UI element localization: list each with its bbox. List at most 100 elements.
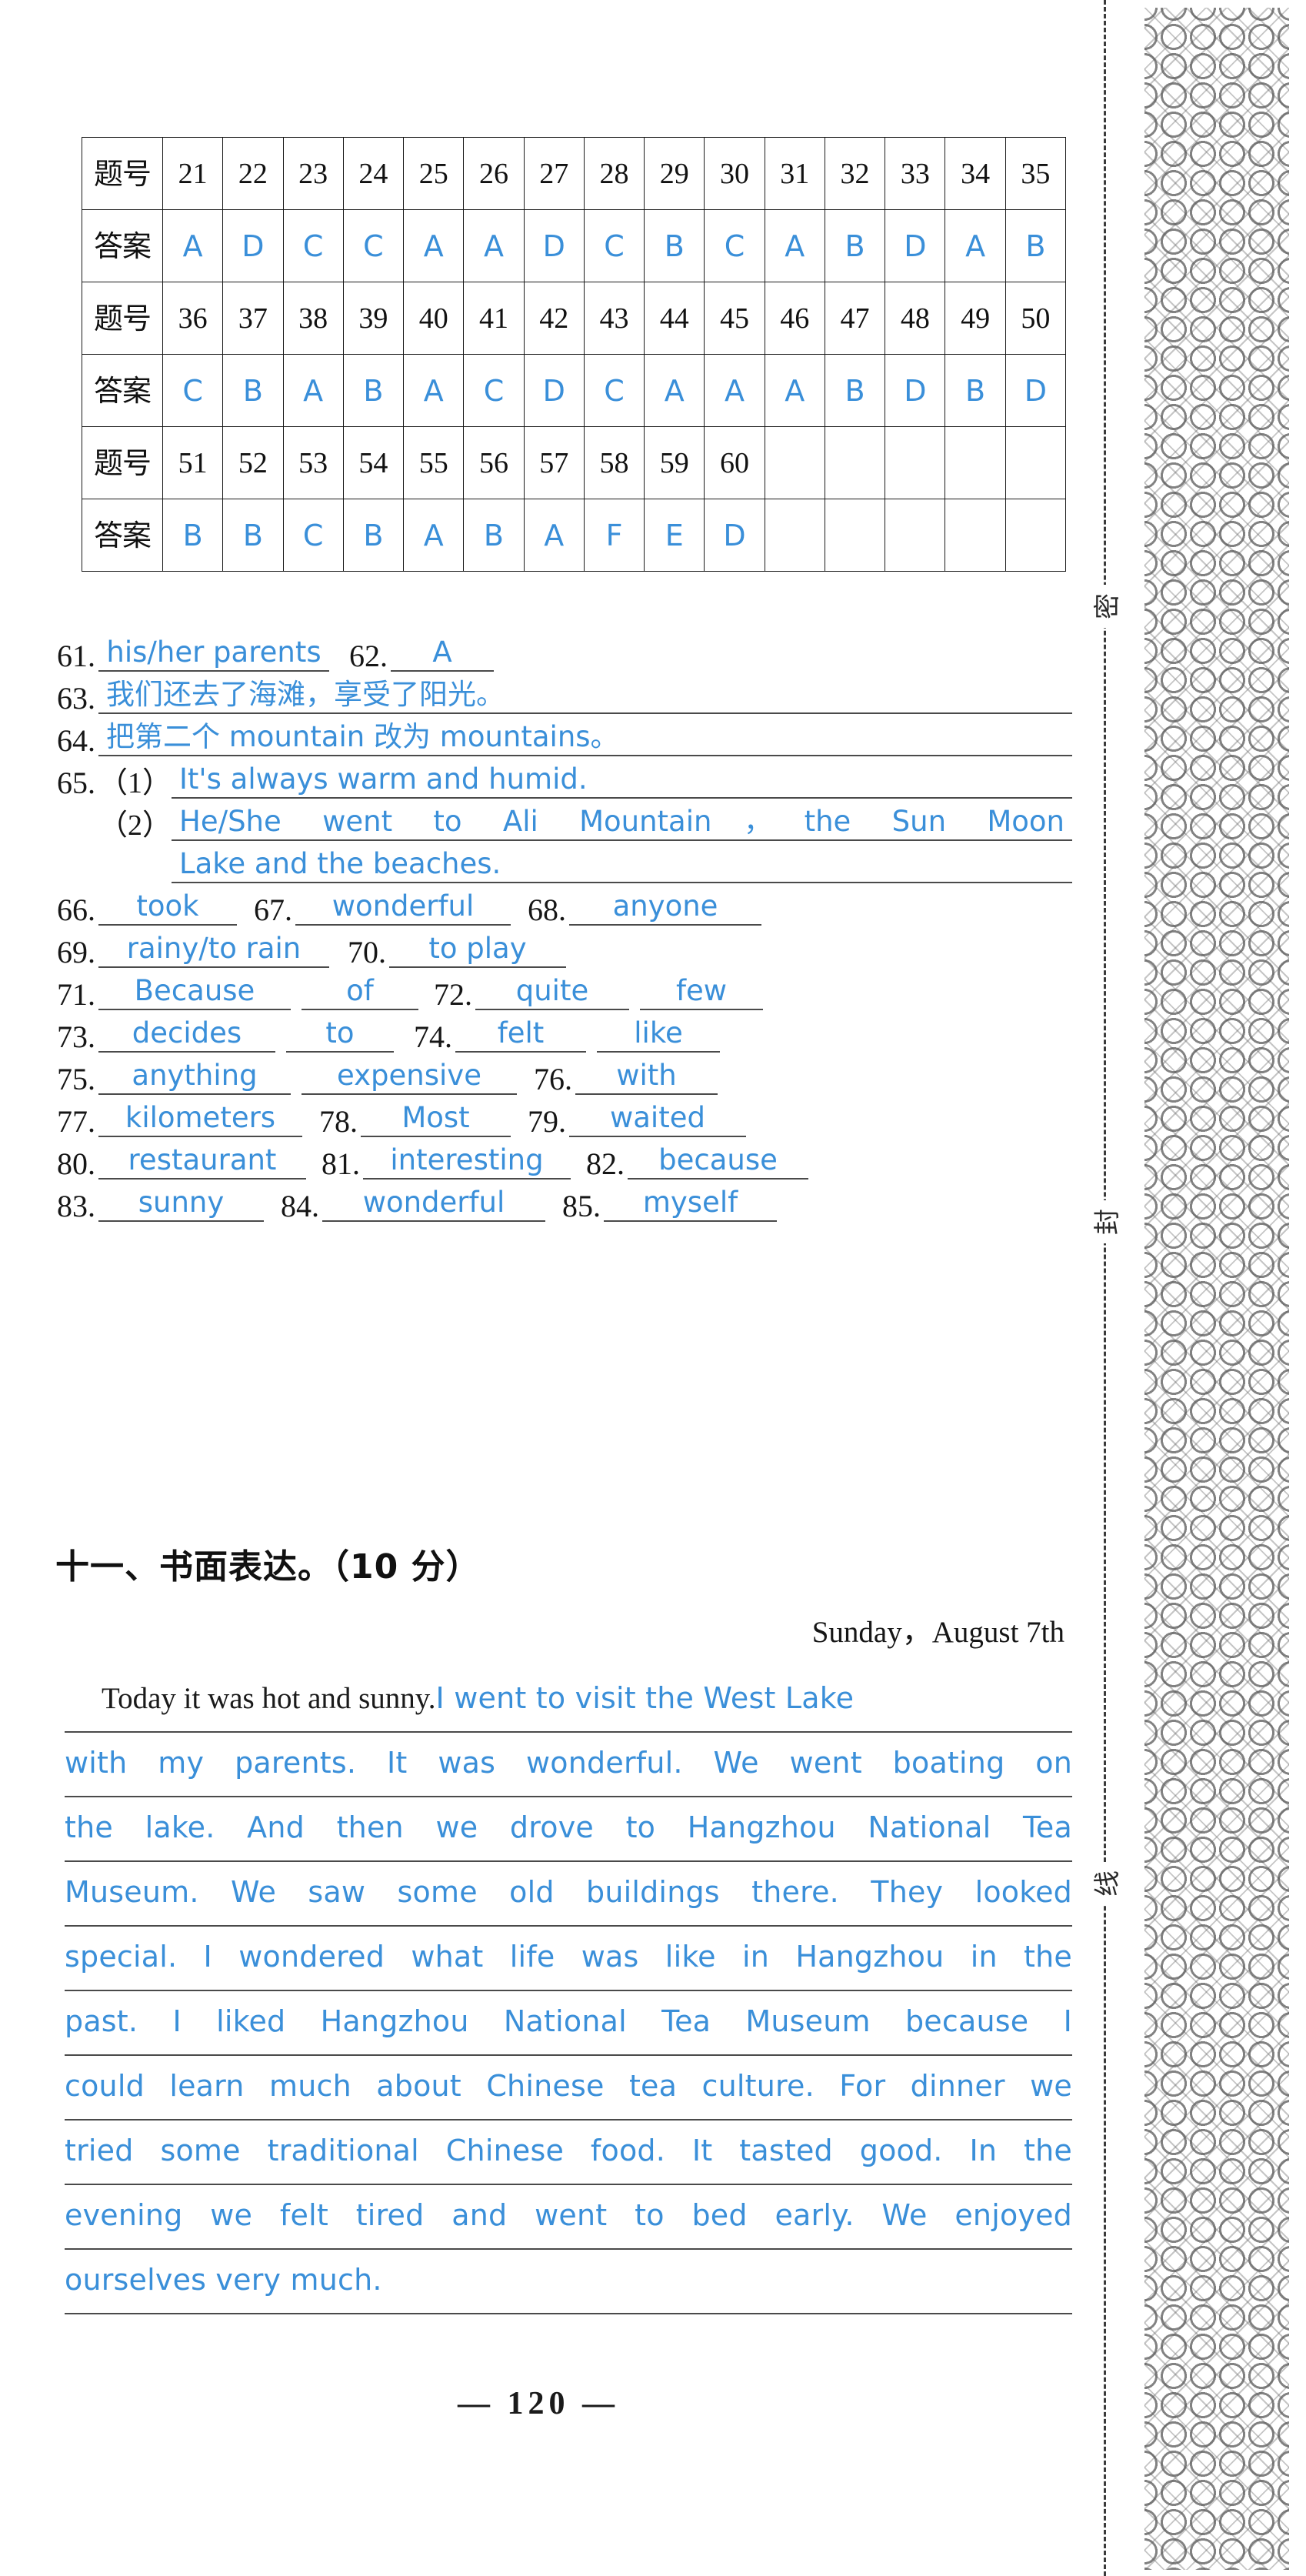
answer-blank-65-2-line2[interactable]: Lake and the beaches. [172, 846, 1072, 883]
answer-cell[interactable]: B [162, 499, 224, 572]
answer-blank-85[interactable]: myself [604, 1185, 777, 1222]
composition-line[interactable]: past. I liked Hangzhou National Tea Muse… [65, 1991, 1072, 2056]
answer-cell[interactable]: B [222, 354, 284, 427]
composition-line[interactable]: could learn much about Chinese tea cultu… [65, 2056, 1072, 2121]
answer-blank-77[interactable]: kilometers [98, 1100, 302, 1137]
answer-cell[interactable]: C [342, 209, 405, 282]
answer-cell[interactable]: D [523, 209, 585, 282]
composition-line[interactable]: with my parents. It was wonderful. We we… [65, 1733, 1072, 1797]
answer-cell[interactable]: A [764, 354, 825, 427]
answer-cell[interactable]: A [162, 209, 224, 282]
answer-cell[interactable]: D [704, 499, 765, 572]
answer-cell[interactable]: C [704, 209, 765, 282]
answer-cell[interactable]: C [583, 209, 645, 282]
answer-blank-74-a[interactable]: felt [455, 1016, 586, 1053]
answer-cell-empty[interactable] [885, 499, 946, 572]
composition-handwriting[interactable]: with my parents. It was wonderful. We we… [65, 1733, 1072, 1793]
answer-blank-61[interactable]: his/her parents [98, 635, 329, 672]
answer-blank-75-b[interactable]: expensive [302, 1058, 517, 1095]
composition-line[interactable]: Today it was hot and sunny.I went to vis… [65, 1668, 1072, 1733]
answer-cell[interactable]: B [1004, 209, 1067, 282]
answer-cell[interactable]: D [523, 354, 585, 427]
answer-cell[interactable]: A [463, 209, 525, 282]
composition-handwriting[interactable]: I went to visit the West Lake [436, 1668, 855, 1728]
answer-cell-empty[interactable] [764, 499, 825, 572]
composition-line[interactable]: the lake. And then we drove to Hangzhou … [65, 1797, 1072, 1862]
answer-blank-63[interactable]: 我们还去了海滩，享受了阳光。 [98, 677, 1072, 714]
answer-cell[interactable]: D [885, 354, 946, 427]
answer-blank-72-b[interactable]: few [640, 973, 763, 1010]
composition-handwriting[interactable]: the lake. And then we drove to Hangzhou … [65, 1797, 1072, 1857]
answer-cell[interactable]: D [222, 209, 284, 282]
composition-handwriting[interactable]: special. I wondered what life was like i… [65, 1927, 1072, 1987]
answer-blank-80[interactable]: restaurant [98, 1143, 306, 1180]
answer-cell[interactable]: F [583, 499, 645, 572]
answer-cell[interactable]: A [704, 354, 765, 427]
answer-cell[interactable]: C [282, 209, 344, 282]
answer-blank-72-a[interactable]: quite [475, 973, 629, 1010]
answer-blank-67[interactable]: wonderful [295, 889, 511, 926]
composition-line[interactable]: evening we felt tired and went to bed ea… [65, 2185, 1072, 2250]
answer-blank-71-b[interactable]: of [302, 973, 418, 1010]
answer-cell-empty[interactable] [945, 499, 1006, 572]
answer-cell[interactable]: A [403, 499, 465, 572]
answer-blank-69[interactable]: rainy/to rain [98, 931, 329, 968]
answer-cell[interactable]: C [463, 354, 525, 427]
answer-cell[interactable]: C [162, 354, 224, 427]
answer-blank-71-a[interactable]: Because [98, 973, 291, 1010]
answer-cell[interactable]: D [885, 209, 946, 282]
answer-blank-76[interactable]: with [575, 1058, 718, 1095]
answer-blank-75-a[interactable]: anything [98, 1058, 291, 1095]
composition-line[interactable]: special. I wondered what life was like i… [65, 1927, 1072, 1991]
composition-handwriting[interactable]: tried some traditional Chinese food. It … [65, 2121, 1072, 2181]
answer-cell[interactable]: B [945, 354, 1006, 427]
answer-cell[interactable]: A [282, 354, 344, 427]
answer-blank-73-a[interactable]: decides [98, 1016, 275, 1053]
answer-cell[interactable]: A [403, 354, 465, 427]
answer-cell[interactable]: C [583, 354, 645, 427]
answer-blank-83[interactable]: sunny [98, 1185, 264, 1222]
answer-blank-64[interactable]: 把第二个 mountain 改为 mountains。 [98, 719, 1072, 756]
answer-cell[interactable]: B [342, 354, 405, 427]
answer-cell[interactable]: C [282, 499, 344, 572]
decorative-lattice-overlay [1144, 8, 1289, 2570]
composition-handwriting[interactable]: evening we felt tired and went to bed ea… [65, 2185, 1072, 2245]
answer-cell[interactable]: B [463, 499, 525, 572]
composition-handwriting[interactable]: could learn much about Chinese tea cultu… [65, 2056, 1072, 2116]
answer-cell-empty[interactable] [824, 499, 886, 572]
answer-cell[interactable]: A [403, 209, 465, 282]
composition-handwriting[interactable]: past. I liked Hangzhou National Tea Muse… [65, 1991, 1072, 2051]
answer-blank-66[interactable]: took [98, 889, 237, 926]
answer-cell-empty[interactable] [1004, 499, 1067, 572]
answer-blank-81[interactable]: interesting [363, 1143, 571, 1180]
answer-blank-79[interactable]: waited [569, 1100, 746, 1137]
answer-blank-82[interactable]: because [628, 1143, 808, 1180]
composition-line[interactable]: ourselves very much. [65, 2250, 1072, 2314]
composition-line[interactable]: Museum. We saw some old buildings there.… [65, 1862, 1072, 1927]
answer-blank-84[interactable]: wonderful [322, 1185, 545, 1222]
answer-cell[interactable]: E [644, 499, 705, 572]
composition-line[interactable]: tried some traditional Chinese food. It … [65, 2121, 1072, 2185]
answer-cell[interactable]: B [824, 209, 886, 282]
answer-cell[interactable]: A [523, 499, 585, 572]
answer-cell[interactable]: B [222, 499, 284, 572]
answer-blank-73-b[interactable]: to [286, 1016, 394, 1053]
answer-blank-78[interactable]: Most [361, 1100, 511, 1137]
answer-cell[interactable]: A [764, 209, 825, 282]
answer-cell[interactable]: B [342, 499, 405, 572]
answer-blank-70[interactable]: to play [389, 931, 566, 968]
answer-cell[interactable]: A [945, 209, 1006, 282]
answer-blank-65-2-line1[interactable]: He/She went to Ali Mountain，the Sun Moon [172, 804, 1072, 841]
answer-cell[interactable]: D [1004, 354, 1067, 427]
answer-cell[interactable]: B [644, 209, 705, 282]
question-number-81: 81. [322, 1146, 360, 1181]
answer-blank-74-b[interactable]: like [597, 1016, 720, 1053]
answer-blank-68[interactable]: anyone [569, 889, 761, 926]
answer-row-65-2-cont: 65. （2） Lake and the beaches. [57, 846, 1072, 883]
answer-cell[interactable]: A [644, 354, 705, 427]
composition-handwriting[interactable]: ourselves very much. [65, 2250, 1072, 2310]
answer-cell[interactable]: B [824, 354, 886, 427]
composition-handwriting[interactable]: Museum. We saw some old buildings there.… [65, 1862, 1072, 1922]
answer-blank-65-1[interactable]: It's always warm and humid. [172, 762, 1072, 799]
answer-blank-62[interactable]: A [391, 635, 494, 672]
